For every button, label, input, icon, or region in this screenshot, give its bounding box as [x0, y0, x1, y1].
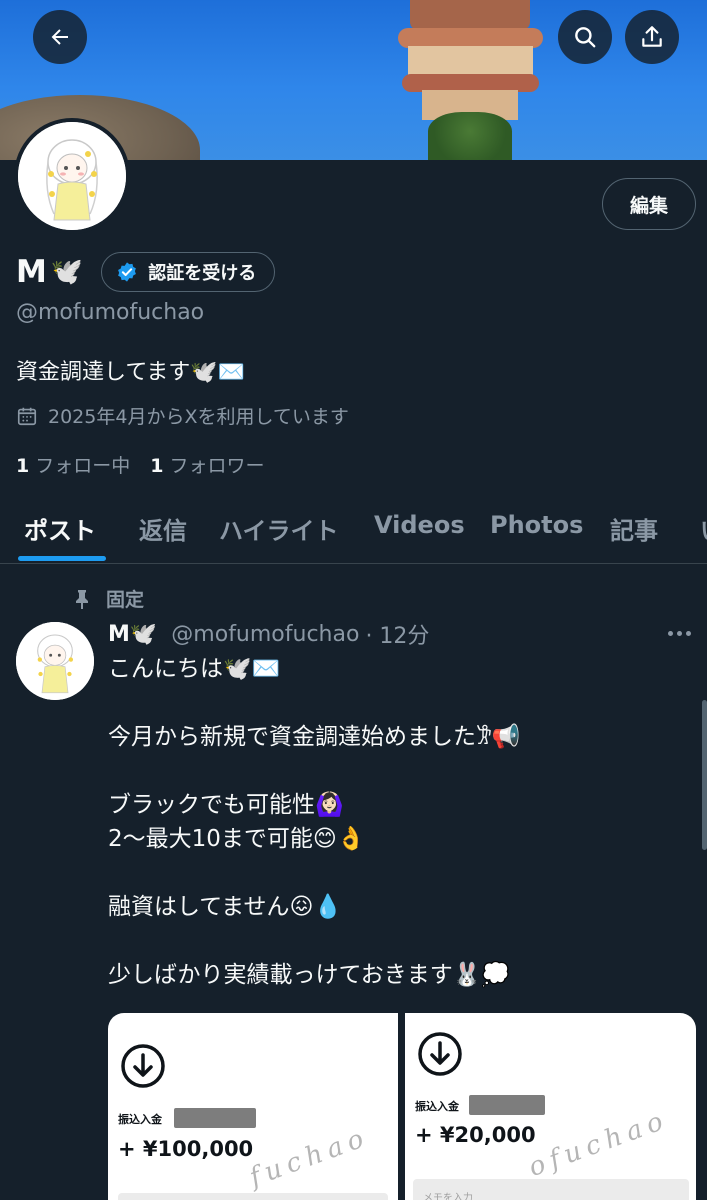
pin-icon	[76, 589, 88, 609]
search-icon	[575, 27, 596, 48]
tab-videos[interactable]: Videos	[374, 511, 465, 539]
post-line	[108, 686, 521, 720]
arrow-left-icon	[51, 29, 68, 45]
edit-profile-button[interactable]: 編集	[602, 178, 696, 230]
post-line	[108, 754, 521, 788]
tab-posts[interactable]: ポスト	[24, 511, 96, 546]
post-line: 融資はしてません😖💧	[108, 894, 343, 920]
post-text: こんにちは🕊️✉️ 今月から新規で資金調達始めました𐦂📢 ブラックでも可能性🙆🏻…	[108, 652, 521, 992]
banner-tower	[398, 0, 543, 160]
more-dot	[686, 630, 691, 636]
profile-joined: 2025年4月からXを利用しています	[16, 402, 349, 429]
post-author-name[interactable]: M🕊️	[108, 622, 157, 647]
post-media-image-1[interactable]: 振込入金 + ¥100,000 fuchao	[108, 1013, 398, 1200]
avatar-illustration-small	[16, 622, 94, 700]
following-count: 1	[16, 455, 30, 477]
download-circle-icon	[418, 1032, 462, 1076]
download-circle-icon	[121, 1044, 165, 1088]
pinned-indicator: 固定	[72, 585, 144, 612]
profile-name: M	[16, 254, 47, 290]
following-label: フォロー中	[35, 455, 131, 477]
deposit-label: 振込入金	[415, 1100, 459, 1113]
follow-stats: 1 フォロー中 1 フォロワー	[16, 451, 265, 478]
profile-avatar[interactable]	[14, 118, 130, 234]
search-button[interactable]	[558, 10, 612, 64]
post-time[interactable]: · 12分	[365, 618, 429, 650]
more-dot	[668, 630, 673, 636]
share-button[interactable]	[625, 10, 679, 64]
more-dot	[677, 630, 682, 636]
tab-highlights[interactable]: ハイライト	[219, 511, 339, 546]
profile-name-row: M 🕊️ 認証を受ける	[16, 250, 276, 294]
joined-label: 2025年4月からXを利用しています	[48, 406, 349, 428]
profile-tabs: ポスト 返信 ハイライト Videos Photos 記事 い	[0, 496, 707, 564]
tab-articles[interactable]: 記事	[610, 511, 658, 546]
deposit-amount: + ¥20,000	[415, 1123, 536, 1147]
tab-replies[interactable]: 返信	[139, 511, 187, 546]
post-line	[108, 924, 521, 958]
post-line: こんにちは🕊️✉️	[108, 656, 281, 682]
profile-bio: 資金調達してます🕊️✉️	[16, 360, 246, 385]
post-line	[108, 856, 521, 890]
memo-field: メモを入力	[413, 1179, 689, 1200]
memo-field	[118, 1193, 388, 1200]
share-icon	[642, 26, 662, 47]
pinned-label: 固定	[106, 589, 145, 611]
watermark: fuchao	[245, 1122, 374, 1193]
followers-label: フォロワー	[169, 455, 265, 477]
post-line: 2〜最大10まで可能😊👌	[108, 826, 366, 852]
get-verified-label: 認証を受ける	[148, 263, 257, 284]
redacted-bar	[469, 1095, 545, 1115]
deposit-amount: + ¥100,000	[118, 1137, 254, 1161]
followers-link[interactable]: 1 フォロワー	[150, 451, 264, 478]
post-line: ブラックでも可能性🙆🏻‍♀️	[108, 792, 344, 818]
following-link[interactable]: 1 フォロー中	[16, 451, 130, 478]
post-author-handle[interactable]: @mofumofuchao	[171, 622, 359, 647]
deposit-label: 振込入金	[118, 1113, 162, 1126]
active-tab-indicator	[18, 556, 106, 561]
verified-badge-icon	[118, 262, 137, 282]
post-avatar[interactable]	[16, 622, 94, 700]
dove-emoji: 🕊️	[50, 257, 84, 287]
back-button[interactable]	[33, 10, 87, 64]
avatar-illustration	[18, 122, 126, 230]
scrollbar[interactable]	[702, 700, 707, 850]
post-line: 少しばかり実績載っけておきます🐰💭	[108, 962, 511, 988]
post-header: M🕊️ @mofumofuchao · 12分	[108, 618, 429, 650]
post-media-image-2[interactable]: 振込入金 + ¥20,000 ofuchao メモを入力	[405, 1013, 696, 1200]
calendar-icon	[17, 407, 37, 425]
tab-likes[interactable]: い	[700, 511, 707, 546]
followers-count: 1	[150, 455, 164, 477]
tab-photos[interactable]: Photos	[490, 511, 583, 539]
post-line: 今月から新規で資金調達始めました𐦂📢	[108, 724, 521, 750]
profile-handle: @mofumofuchao	[16, 300, 205, 325]
post-more-button[interactable]	[668, 623, 696, 643]
redacted-bar	[174, 1108, 256, 1128]
get-verified-button[interactable]: 認証を受ける	[101, 252, 276, 292]
watermark: ofuchao	[524, 1104, 673, 1183]
